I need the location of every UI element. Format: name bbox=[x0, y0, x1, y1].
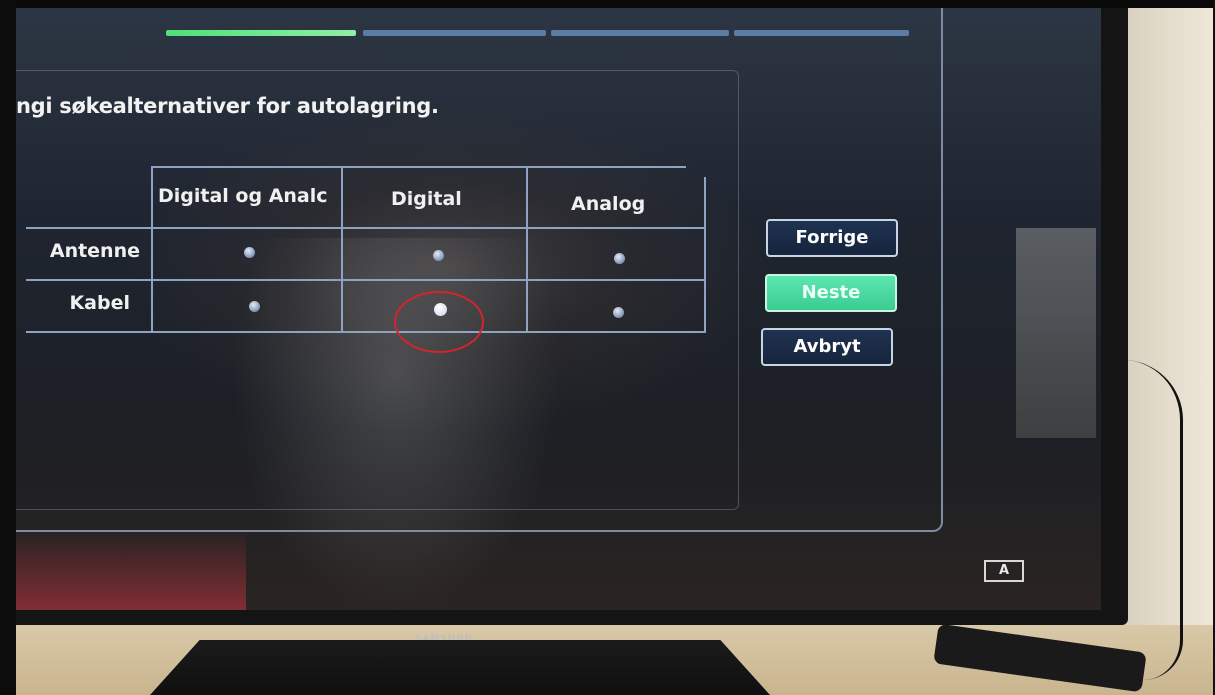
radio-antenne-digital[interactable] bbox=[433, 250, 444, 261]
search-options-table: Digital og Analc Digital Analog Antenne … bbox=[26, 163, 706, 353]
tv-stand bbox=[150, 640, 770, 695]
photo-border bbox=[0, 0, 1215, 8]
radio-kabel-digital-og-analog[interactable] bbox=[249, 301, 260, 312]
screen-reflection-red bbox=[16, 528, 246, 610]
autostore-dialog: ngi søkealternativer for autolagring. Di… bbox=[16, 8, 943, 532]
row-header-kabel: Kabel bbox=[69, 292, 130, 314]
wizard-step-4-indicator bbox=[734, 30, 909, 36]
table-border bbox=[151, 166, 153, 333]
row-header-antenne: Antenne bbox=[49, 240, 140, 262]
radio-kabel-analog[interactable] bbox=[613, 307, 624, 318]
column-header-analog: Analog bbox=[571, 193, 646, 215]
table-border bbox=[26, 279, 706, 281]
wizard-step-2-indicator bbox=[363, 30, 546, 36]
radio-antenne-digital-og-analog[interactable] bbox=[244, 247, 255, 258]
cancel-button[interactable]: Avbryt bbox=[761, 328, 893, 366]
column-header-digital-og-analog: Digital og Analc bbox=[158, 185, 328, 207]
wizard-step-3-indicator bbox=[551, 30, 729, 36]
highlight-annotation-circle bbox=[394, 291, 484, 353]
tv-screen: ngi søkealternativer for autolagring. Di… bbox=[16, 8, 1101, 610]
table-border bbox=[26, 227, 706, 229]
table-border bbox=[704, 177, 706, 333]
table-border bbox=[151, 166, 686, 168]
screen-reflection-door bbox=[1016, 228, 1096, 438]
table-border bbox=[26, 331, 706, 333]
table-border bbox=[526, 166, 528, 333]
source-indicator-icon: A bbox=[984, 560, 1024, 582]
wizard-step-1-indicator bbox=[166, 30, 356, 36]
next-button[interactable]: Neste bbox=[765, 274, 897, 312]
previous-button[interactable]: Forrige bbox=[766, 219, 898, 257]
photo-border bbox=[0, 0, 16, 695]
column-header-digital: Digital bbox=[391, 188, 462, 210]
instruction-text: ngi søkealternativer for autolagring. bbox=[16, 94, 439, 118]
radio-antenne-analog[interactable] bbox=[614, 253, 625, 264]
table-border bbox=[341, 166, 343, 333]
